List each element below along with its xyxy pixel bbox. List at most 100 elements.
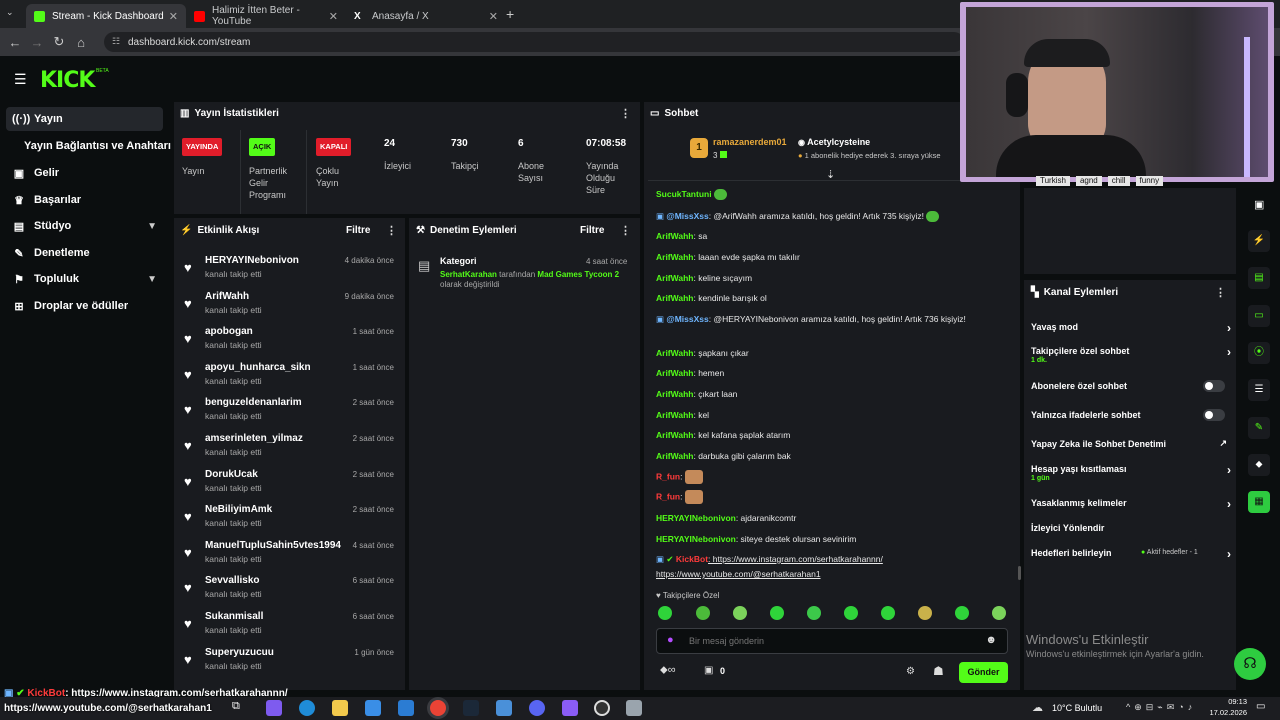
mod-game[interactable]: Mad Games Tycoon 2: [537, 270, 619, 279]
more-options-icon[interactable]: ⋮: [620, 224, 631, 237]
follower-name[interactable]: ArifWahh: [205, 291, 249, 302]
mail-icon[interactable]: [398, 700, 414, 716]
follower-name[interactable]: ManuelTupluSahin5vtes1994: [205, 540, 341, 551]
close-icon[interactable]: ✕: [169, 10, 178, 23]
channel-action-item[interactable]: Yasaklanmış kelimeler ›: [1031, 497, 1231, 511]
chat-username[interactable]: HERYAYINebonivon: [656, 513, 736, 523]
more-options-icon[interactable]: ⋮: [620, 107, 631, 120]
sidebar-item-studyo[interactable]: ▤ Stüdyo ▼: [6, 214, 163, 238]
activity-feed-item[interactable]: ♥ Sukanmisall kanalı takip etti 6 saat önce: [184, 611, 396, 643]
chat-username[interactable]: R_fun: [656, 491, 680, 501]
follower-name[interactable]: apobogan: [205, 326, 253, 337]
emote-icon[interactable]: [807, 606, 821, 620]
task-view-icon[interactable]: ⧉: [232, 700, 248, 716]
channel-action-item[interactable]: Hedefleri belirleyin ● Aktif hedefler - 1…: [1031, 547, 1231, 561]
follower-name[interactable]: NeBiliyimAmk: [205, 504, 272, 515]
activity-feed-item[interactable]: ♥ apoyu_hunharca_sikn kanalı takip etti 1 s…: [184, 362, 396, 394]
chat-username[interactable]: ArifWahh: [656, 451, 693, 461]
toggle-switch[interactable]: [1203, 380, 1225, 392]
weather-text[interactable]: 10°C Bulutlu: [1052, 703, 1102, 713]
emote-icon[interactable]: [992, 606, 1006, 620]
points-rail-icon[interactable]: ⬥: [1248, 454, 1270, 476]
activity-feed-item[interactable]: ♥ apobogan kanalı takip etti 1 saat önce: [184, 326, 396, 358]
follower-name[interactable]: Sevvallisko: [205, 575, 259, 586]
follower-name[interactable]: amserinleten_yilmaz: [205, 433, 303, 444]
activity-feed-item[interactable]: ♥ NeBiliyimAmk kanalı takip etti 2 saat önc…: [184, 504, 396, 536]
follower-name[interactable]: DorukUcak: [205, 469, 258, 480]
broadcast-rail-icon[interactable]: ⦿: [1248, 342, 1270, 364]
emote-icon[interactable]: [918, 606, 932, 620]
site-info-icon[interactable]: ☷: [112, 36, 120, 47]
activity-feed-item[interactable]: ♥ DorukUcak kanalı takip etti 2 saat önce: [184, 469, 396, 501]
follower-name[interactable]: Sukanmisall: [205, 611, 263, 622]
chat-scrollbar[interactable]: [1018, 566, 1021, 580]
channel-action-item[interactable]: Hesap yaşı kısıtlaması 1 gün ›: [1031, 463, 1231, 482]
copilot-icon[interactable]: [266, 700, 282, 716]
settings-icon[interactable]: ⚙: [906, 666, 915, 677]
store-icon[interactable]: [365, 700, 381, 716]
channel-action-item[interactable]: Takipçilere özel sohbet 1 dk. ›: [1031, 345, 1231, 364]
pinned-user[interactable]: ramazanerdem01: [713, 137, 787, 147]
explorer-icon[interactable]: [332, 700, 348, 716]
activity-feed-item[interactable]: ♥ ManuelTupluSahin5vtes1994 kanalı takip e…: [184, 540, 396, 572]
sidebar-item-denetleme[interactable]: ✎ Denetleme: [6, 241, 163, 265]
emote-icon[interactable]: [844, 606, 858, 620]
chat-input[interactable]: ● ☻: [656, 628, 1008, 654]
chat-username[interactable]: ArifWahh: [656, 252, 693, 262]
more-options-icon[interactable]: ⋮: [386, 224, 397, 237]
app-icon[interactable]: [496, 700, 512, 716]
back-icon[interactable]: ←: [4, 35, 26, 50]
filter-button[interactable]: Filtre: [346, 225, 370, 236]
mic-icon[interactable]: ●: [667, 634, 674, 646]
clock-time[interactable]: 09:13: [1213, 697, 1247, 706]
layout-icon[interactable]: ▣: [1254, 198, 1264, 211]
chat-username[interactable]: ArifWahh: [656, 368, 693, 378]
activity-feed-item[interactable]: ♥ ArifWahh kanalı takip etti 9 dakika önce: [184, 291, 396, 323]
follower-name[interactable]: HERYAYINebonivon: [205, 255, 299, 266]
notification-icon[interactable]: ▭: [1256, 701, 1265, 712]
chat-username[interactable]: KickBot: [676, 554, 708, 564]
app-icon[interactable]: [626, 700, 642, 716]
close-icon[interactable]: ✕: [329, 10, 338, 23]
filter-button[interactable]: Filtre: [580, 225, 604, 236]
tab-youtube[interactable]: Halimiz İtten Beter - YouTube ✕: [186, 4, 346, 28]
clapperboard-icon[interactable]: ▦: [1248, 491, 1270, 513]
edge-icon[interactable]: [299, 700, 315, 716]
channel-action-item[interactable]: Abonelere özel sohbet: [1031, 380, 1231, 392]
sidebar-item-yayin[interactable]: ((·)) Yayın: [6, 107, 163, 131]
activity-feed-item[interactable]: ♥ HERYAYINebonivon kanalı takip etti 4 daki…: [184, 255, 396, 287]
chrome-icon[interactable]: [430, 700, 446, 716]
menu-icon[interactable]: ☰: [14, 71, 27, 88]
queue-icon[interactable]: ☰: [1248, 379, 1270, 401]
follower-name[interactable]: apoyu_hunharca_sikn: [205, 362, 311, 373]
chat-username[interactable]: HERYAYINebonivon: [656, 534, 736, 544]
chat-username[interactable]: ArifWahh: [656, 348, 693, 358]
emoji-icon[interactable]: ☻: [985, 634, 997, 646]
chat-username[interactable]: @MissXss: [666, 314, 708, 324]
emote-icon[interactable]: [955, 606, 969, 620]
chat-username[interactable]: ArifWahh: [656, 231, 693, 241]
sidebar-item-gelir[interactable]: ▣ Gelir: [6, 161, 163, 185]
sidebar-item-droplar[interactable]: ⊞ Droplar ve ödüller: [6, 294, 163, 318]
toggle-switch[interactable]: [1203, 409, 1225, 421]
emote-icon[interactable]: [881, 606, 895, 620]
sidebar-item-stream-key[interactable]: Yayın Bağlantısı ve Anahtarı: [18, 134, 175, 158]
chat-username[interactable]: ArifWahh: [656, 293, 693, 303]
chat-rail-icon[interactable]: ▭: [1248, 305, 1270, 327]
tray-icons[interactable]: ^⊕⊟⌁✉◔♪: [1126, 702, 1196, 713]
app-icon[interactable]: [562, 700, 578, 716]
tab-x[interactable]: X Anasayfa / X ✕: [346, 4, 506, 28]
mod-user[interactable]: SerhatKarahan: [440, 270, 497, 279]
clock-date[interactable]: 17.02.2026: [1199, 708, 1247, 717]
chat-username[interactable]: ArifWahh: [656, 273, 693, 283]
chat-text[interactable]: : https://www.instagram.com/serhatkaraha…: [708, 554, 883, 564]
bot-icon[interactable]: ☗: [933, 664, 944, 678]
chat-username[interactable]: @MissXss: [666, 211, 708, 221]
activity-feed-item[interactable]: ♥ Superyuzucuu kanalı takip etti 1 gün önce: [184, 647, 396, 679]
new-tab-icon[interactable]: +: [506, 6, 514, 22]
gift-box-icon[interactable]: ▣: [704, 665, 713, 676]
chat-username[interactable]: ArifWahh: [656, 389, 693, 399]
activity-feed-item[interactable]: ♥ Sevvallisko kanalı takip etti 6 saat önce: [184, 575, 396, 607]
chat-username[interactable]: ArifWahh: [656, 410, 693, 420]
send-button[interactable]: Gönder: [959, 662, 1008, 683]
